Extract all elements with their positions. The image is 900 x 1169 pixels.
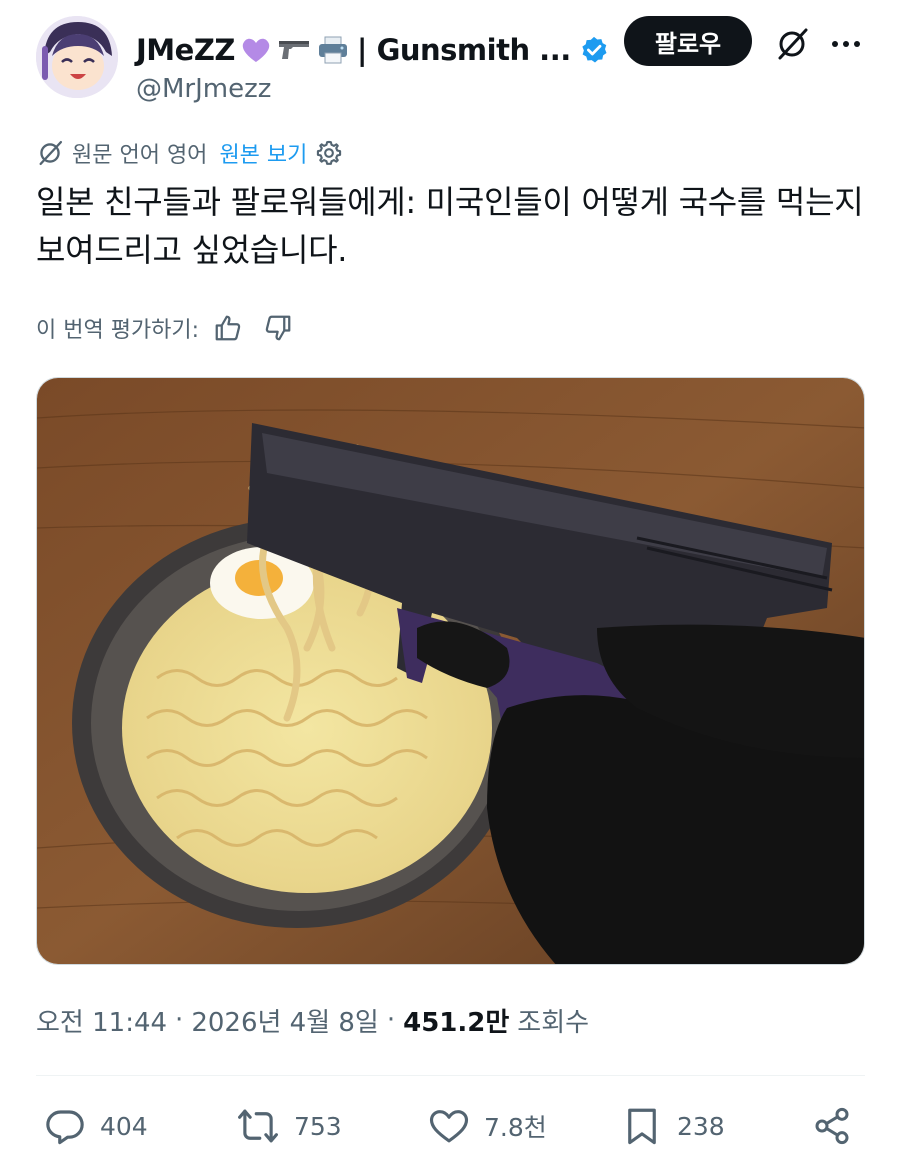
avatar[interactable] xyxy=(36,16,118,98)
verified-badge-icon xyxy=(579,35,609,65)
repost-icon xyxy=(236,1105,280,1147)
more-icon[interactable] xyxy=(826,24,866,64)
reply-button[interactable]: 404 xyxy=(44,1100,148,1152)
action-bar: 404 753 7.8천 238 xyxy=(36,1100,866,1152)
thumbs-up-icon[interactable] xyxy=(213,313,243,343)
share-button[interactable] xyxy=(812,1100,852,1152)
tweet-text: 일본 친구들과 팔로워들에게: 미국인들이 어떻게 국수를 먹는지 보여드리고 … xyxy=(36,183,864,269)
author-name-suffix[interactable]: | Gunsmith ... xyxy=(357,33,571,67)
tweet-photo[interactable] xyxy=(36,377,865,965)
bookmark-icon xyxy=(621,1105,663,1147)
translation-source-note: 원문 언어 영어 xyxy=(72,143,208,168)
like-button[interactable]: 7.8천 xyxy=(428,1100,547,1152)
translation-bar: 원문 언어 영어 원본 보기 xyxy=(36,136,343,170)
repost-button[interactable]: 753 xyxy=(236,1100,342,1152)
views-label: 조회수 xyxy=(517,1007,590,1038)
purple-heart-icon xyxy=(241,36,271,64)
grok-icon[interactable] xyxy=(772,24,812,64)
author-name-row[interactable]: JMeZZ | Gunsmith ... xyxy=(136,30,609,70)
follow-button[interactable]: 팔로우 xyxy=(624,16,752,66)
printer-icon xyxy=(317,35,349,65)
repost-count: 753 xyxy=(294,1111,342,1141)
bookmark-count: 238 xyxy=(677,1111,725,1141)
author-display-name[interactable]: JMeZZ xyxy=(136,33,235,67)
like-icon xyxy=(428,1105,470,1147)
reply-count: 404 xyxy=(100,1111,148,1141)
meta-separator: · xyxy=(386,1005,396,1035)
thumbs-down-icon[interactable] xyxy=(263,313,293,343)
like-count: 7.8천 xyxy=(484,1113,547,1142)
rate-translation-label: 이 번역 평가하기: xyxy=(36,318,200,343)
pistol-icon xyxy=(277,37,311,63)
author-handle[interactable]: @MrJmezz xyxy=(136,74,271,104)
views-count: 451.2만 xyxy=(403,1007,510,1038)
show-original-link[interactable]: 원본 보기 xyxy=(219,137,307,169)
rate-translation-row: 이 번역 평가하기: xyxy=(36,308,293,348)
grok-translate-icon xyxy=(36,139,64,167)
tweet-meta: 오전 11:44 · 2026년 4월 8일 · 451.2만 조회수 xyxy=(36,1000,589,1040)
bookmark-button[interactable]: 238 xyxy=(621,1100,725,1152)
share-icon xyxy=(812,1106,852,1146)
tweet-time[interactable]: 오전 11:44 xyxy=(36,1002,167,1039)
tweet-header: JMeZZ | Gunsmith ... @MrJmezz 팔로우 xyxy=(36,16,866,104)
reply-icon xyxy=(44,1105,86,1147)
meta-separator: · xyxy=(175,1005,184,1035)
divider xyxy=(36,1075,865,1076)
tweet-date[interactable]: 2026년 4월 8일 xyxy=(191,1002,379,1039)
settings-icon[interactable] xyxy=(315,139,343,167)
